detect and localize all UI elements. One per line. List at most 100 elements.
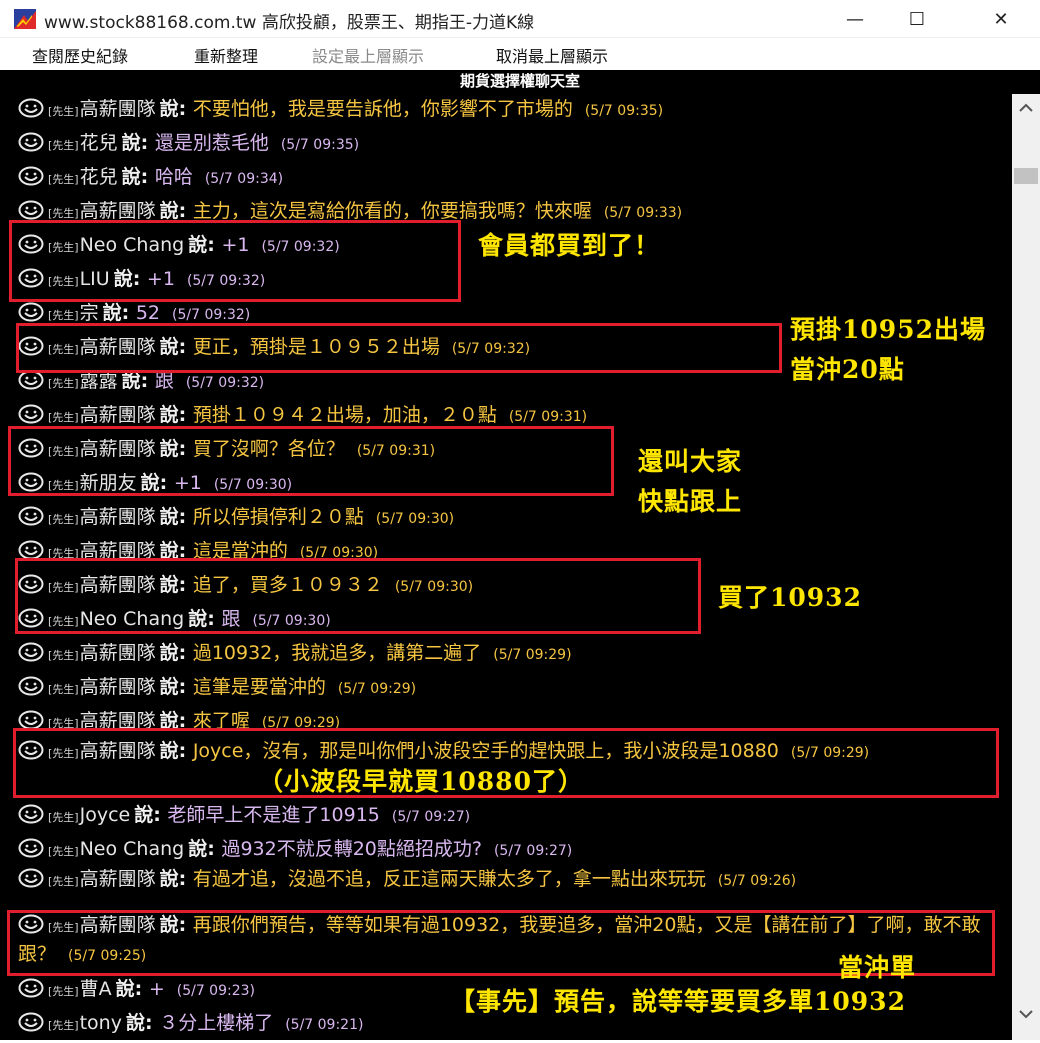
menu-refresh[interactable]: 重新整理 <box>194 43 258 67</box>
scroll-thumb[interactable] <box>1014 168 1038 184</box>
sender-name: tony <box>79 1012 122 1034</box>
smiley-icon <box>18 302 44 322</box>
message-timestamp: (5/7 09:27) <box>391 809 471 825</box>
menu-set-topmost[interactable]: 設定最上層顯示 <box>312 43 424 67</box>
chat-message: [先生]高薪團隊 說: 不要怕他，我是要告訴他，你影響不了市場的 (5/7 09:3… <box>18 92 1008 129</box>
annotation-daytrade-20: 當沖20點 <box>790 355 905 384</box>
chevron-down-icon <box>1019 1010 1033 1019</box>
minimize-icon: — <box>846 8 864 30</box>
message-timestamp: (5/7 09:33) <box>603 205 683 221</box>
say-label: 說: <box>121 132 155 154</box>
maximize-button[interactable]: ☐ <box>882 0 952 38</box>
annotation-pre-notice: 【事先】預告，說等等要買多單10932 <box>450 987 906 1016</box>
message-text: 還是別惹毛他 <box>154 132 269 154</box>
smiley-icon <box>18 868 44 888</box>
say-label: 說: <box>159 404 193 426</box>
smiley-icon <box>18 804 44 824</box>
sender-title-tag: [先生] <box>48 875 79 888</box>
close-button[interactable]: ✕ <box>966 0 1036 38</box>
sender-title-tag: [先生] <box>48 139 79 152</box>
message-text: 老師早上不是進了10915 <box>167 804 380 826</box>
menu-bar: 查閱歷史紀錄 重新整理 設定最上層顯示 取消最上層顯示 <box>0 38 1040 70</box>
chat-message: [先生]高薪團隊 說: 所以停損停利２０點 (5/7 09:30) <box>18 500 1008 537</box>
sender-name: 花兒 <box>79 132 118 154</box>
sender-name: 高薪團隊 <box>79 676 156 698</box>
sender-name: 露露 <box>79 370 118 392</box>
sender-title-tag: [先生] <box>48 649 79 662</box>
say-label: 說: <box>188 838 222 860</box>
sender-name: Joyce <box>79 804 131 826</box>
say-label: 說: <box>115 978 149 1000</box>
chat-message: [先生]花兒 說: 還是別惹毛他 (5/7 09:35) <box>18 126 1008 163</box>
sender-title-tag: [先生] <box>48 683 79 696</box>
sender-name: 曹A <box>79 978 112 1000</box>
smiley-icon <box>18 1012 44 1032</box>
smiley-icon <box>18 642 44 662</box>
close-icon: ✕ <box>993 8 1009 30</box>
message-text: ３分上樓梯了 <box>159 1012 274 1034</box>
message-timestamp: (5/7 09:35) <box>280 137 360 153</box>
vertical-scrollbar[interactable] <box>1012 94 1040 1040</box>
sender-name: 宗 <box>79 302 99 324</box>
say-label: 說: <box>102 302 136 324</box>
menu-cancel-topmost[interactable]: 取消最上層顯示 <box>496 43 608 67</box>
message-timestamp: (5/7 09:23) <box>176 983 255 999</box>
message-text: 跟 <box>154 370 174 392</box>
sender-name: 高薪團隊 <box>79 200 156 222</box>
smiley-icon <box>18 200 44 220</box>
sender-title-tag: [先生] <box>48 207 79 220</box>
sender-name: 高薪團隊 <box>79 868 156 890</box>
scroll-down-arrow[interactable] <box>1012 1000 1040 1028</box>
message-text: + <box>148 978 165 1000</box>
sender-title-tag: [先生] <box>48 309 79 322</box>
sender-title-tag: [先生] <box>48 105 79 118</box>
smiley-icon <box>18 370 44 390</box>
chat-message: [先生]花兒 說: 哈哈 (5/7 09:34) <box>18 160 1008 197</box>
sender-title-tag: [先生] <box>48 513 79 526</box>
message-timestamp: (5/7 09:29) <box>337 681 417 697</box>
message-text: 主力，這次是寫給你看的，你要搞我嗎？快來喔 <box>192 200 592 222</box>
message-text: 有過才追，沒過不追，反正這兩天賺太多了，拿一點出來玩玩 <box>192 868 706 890</box>
message-timestamp: (5/7 09:29) <box>493 647 572 663</box>
smiley-icon <box>18 978 44 998</box>
sender-name: 高薪團隊 <box>79 98 156 120</box>
minimize-button[interactable]: — <box>820 0 890 38</box>
smiley-icon <box>18 506 44 526</box>
app-window: www.stock88168.com.tw 高欣投顧，股票王、期指王-力道K線 … <box>0 0 1040 1040</box>
smiley-icon <box>18 98 44 118</box>
message-timestamp: (5/7 09:31) <box>508 409 588 425</box>
message-text: 這筆是要當沖的 <box>192 676 326 698</box>
sender-title-tag: [先生] <box>48 1019 79 1032</box>
message-timestamp: (5/7 09:32) <box>172 307 251 323</box>
chat-message: [先生]高薪團隊 說: 這筆是要當沖的 (5/7 09:29) <box>18 670 1008 707</box>
message-text: 不要怕他，我是要告訴他，你影響不了市場的 <box>192 98 573 120</box>
annotation-bought-10932: 買了10932 <box>718 583 862 612</box>
sender-title-tag: [先生] <box>48 377 79 390</box>
menu-history[interactable]: 查閱歷史紀錄 <box>32 43 128 67</box>
message-timestamp: (5/7 09:35) <box>584 103 664 119</box>
annotation-call-everyone: 還叫大家 <box>638 447 743 476</box>
message-text: 預掛１０９４２出場，加油，２０點 <box>192 404 497 426</box>
message-timestamp: (5/7 09:34) <box>204 171 284 187</box>
sender-title-tag: [先生] <box>48 811 79 824</box>
smiley-icon <box>18 676 44 696</box>
sender-name: 花兒 <box>79 166 118 188</box>
title-bar: www.stock88168.com.tw 高欣投顧，股票王、期指王-力道K線 … <box>0 0 1040 38</box>
message-timestamp: (5/7 09:27) <box>493 843 573 859</box>
highlight-box-bought <box>15 558 701 634</box>
chat-room: 期貨選擇權聊天室 [先生]高薪團隊 說: 不要怕他，我是要告訴他，你影響不了市場的… <box>0 70 1040 1040</box>
say-label: 說: <box>159 868 193 890</box>
annotation-follow-fast: 快點跟上 <box>638 487 743 516</box>
message-text: 過932不就反轉20點絕招成功? <box>221 838 482 860</box>
annotation-daytrade-order: 當沖單 <box>838 953 917 982</box>
message-text: 所以停損停利２０點 <box>192 506 364 528</box>
say-label: 說: <box>159 506 193 528</box>
scroll-up-arrow[interactable] <box>1012 94 1040 122</box>
say-label: 說: <box>159 676 193 698</box>
message-timestamp: (5/7 09:30) <box>375 511 455 527</box>
chevron-up-icon <box>1019 103 1033 112</box>
maximize-icon: ☐ <box>908 8 926 30</box>
say-label: 說: <box>159 98 193 120</box>
room-title: 期貨選擇權聊天室 <box>459 72 580 90</box>
sender-title-tag: [先生] <box>48 173 79 186</box>
